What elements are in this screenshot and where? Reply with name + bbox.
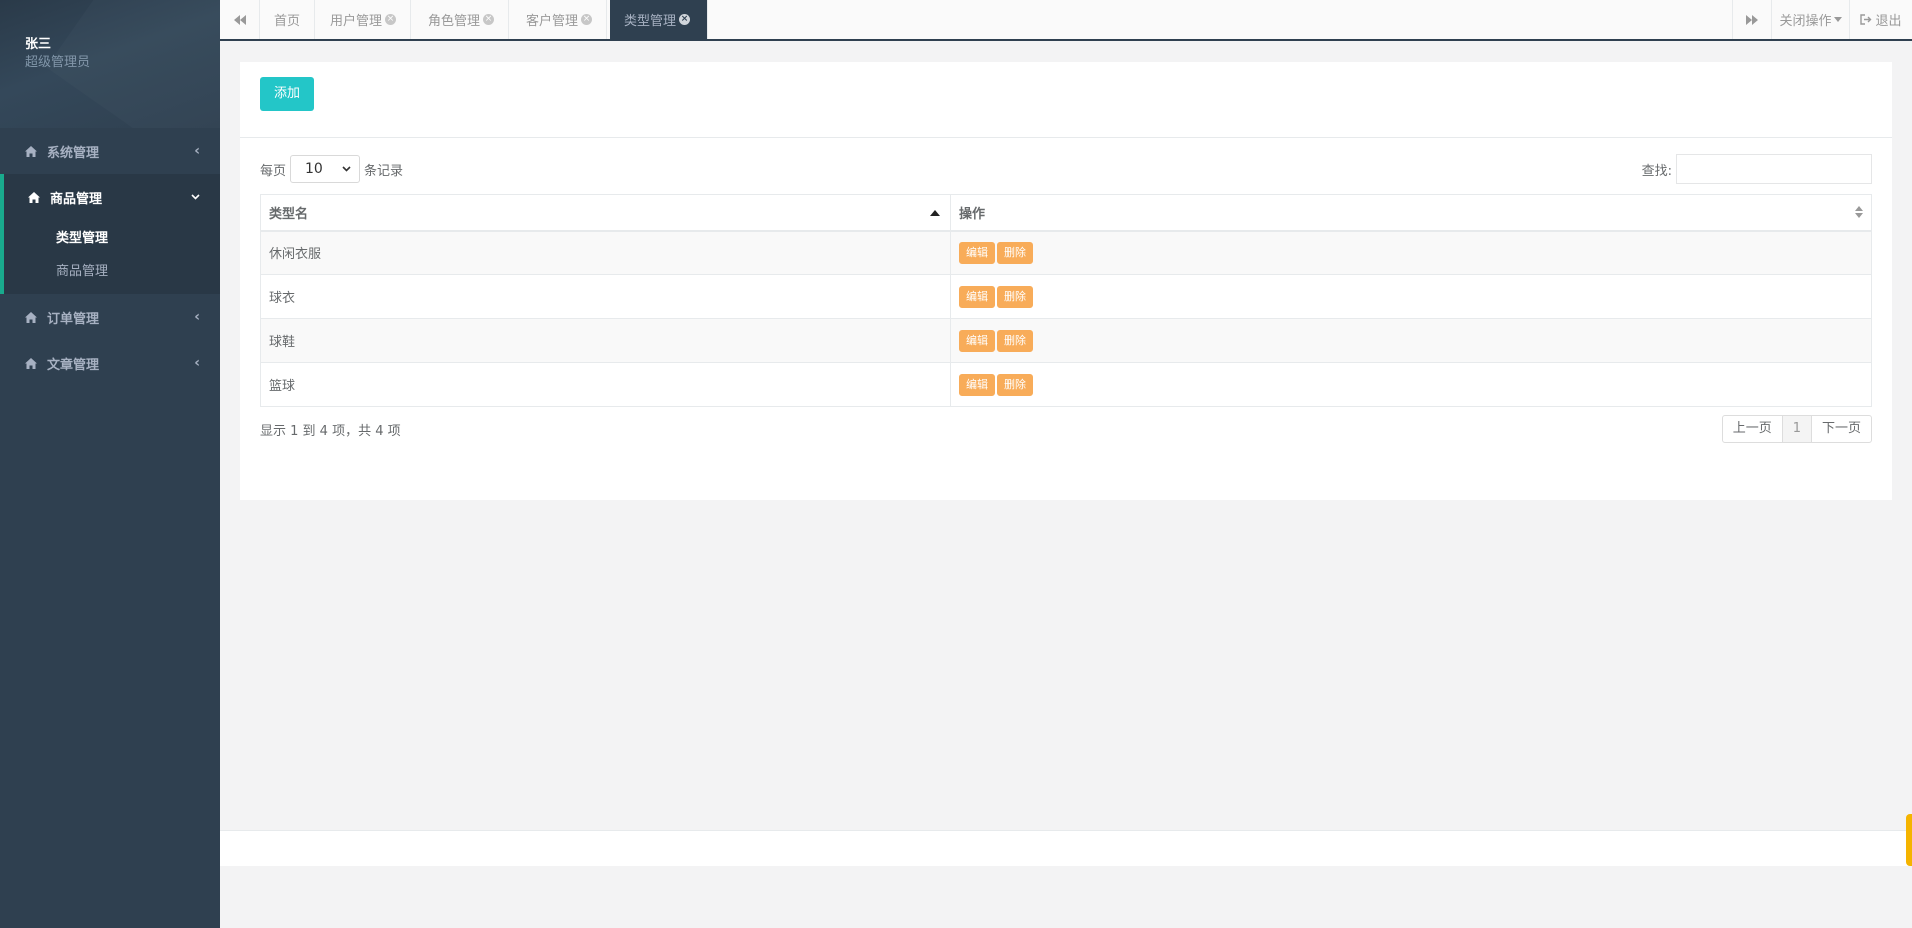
type-table: 类型名 操作 休闲衣服 编辑 删除 球衣 编辑 删除 球鞋 编辑 删除 篮球 编… bbox=[260, 194, 1872, 407]
chevron-down-icon bbox=[342, 166, 351, 172]
edit-button[interactable]: 编辑 bbox=[959, 373, 995, 396]
delete-button[interactable]: 删除 bbox=[997, 241, 1033, 264]
content-panel: 添加 每页 10 条记录 查找: 类型名 操作 休闲衣服 编辑 删除 球衣 编辑… bbox=[240, 62, 1892, 500]
sidebar-subitem-goods-manage[interactable]: 商品管理 bbox=[4, 253, 220, 286]
actions-cell: 编辑 删除 bbox=[950, 362, 1872, 407]
per-page-prefix: 每页 bbox=[260, 163, 287, 179]
table-row: 篮球 编辑 删除 bbox=[260, 362, 1872, 407]
tabs-scroll-right-button[interactable] bbox=[1732, 0, 1772, 39]
sidebar-group-goods: 商品管理 类型管理 商品管理 bbox=[0, 174, 220, 294]
tab-close-icon[interactable]: × bbox=[483, 14, 495, 25]
close-operations-dropdown[interactable]: 关闭操作 bbox=[1772, 0, 1850, 39]
actions-cell: 编辑 删除 bbox=[950, 274, 1872, 319]
tab-label: 客户管理 bbox=[526, 14, 579, 29]
sign-out-icon bbox=[1860, 14, 1872, 25]
actions-cell: 编辑 删除 bbox=[950, 230, 1872, 275]
delete-button[interactable]: 删除 bbox=[997, 285, 1033, 308]
pagination: 上一页 1 下一页 bbox=[1721, 415, 1872, 443]
table-header-row: 类型名 操作 bbox=[260, 194, 1872, 232]
sidebar-item-order[interactable]: 订单管理 ‹ bbox=[0, 294, 220, 340]
edit-button[interactable]: 编辑 bbox=[959, 285, 995, 308]
per-page-value: 10 bbox=[305, 161, 323, 177]
double-chevron-left-icon bbox=[233, 14, 246, 25]
logout-button[interactable]: 退出 bbox=[1850, 0, 1912, 39]
table-row: 球鞋 编辑 删除 bbox=[260, 318, 1872, 363]
chevron-left-icon: ‹ bbox=[194, 309, 200, 325]
caret-down-icon bbox=[1833, 17, 1842, 22]
user-role: 超级管理员 bbox=[25, 55, 91, 70]
tab-close-icon[interactable]: × bbox=[385, 14, 397, 25]
tab-home[interactable]: 首页 bbox=[260, 0, 316, 39]
type-name-cell: 休闲衣服 bbox=[260, 230, 951, 275]
tab-label: 角色管理 bbox=[428, 14, 481, 29]
close-operations-label: 关闭操作 bbox=[1779, 14, 1832, 29]
logout-label: 退出 bbox=[1875, 14, 1902, 29]
table-toolbar: 每页 10 条记录 查找: bbox=[260, 154, 1872, 184]
sidebar-group-spacer bbox=[4, 286, 220, 294]
delete-button[interactable]: 删除 bbox=[997, 329, 1033, 352]
actions-cell: 编辑 删除 bbox=[950, 318, 1872, 363]
sidebar-item-system[interactable]: 系统管理 ‹ bbox=[0, 128, 220, 174]
sidebar: 张三 超级管理员 系统管理 ‹ 商品管理 类型管理 商品管理 订单管理 ‹ 文章… bbox=[0, 0, 220, 928]
column-header-actions[interactable]: 操作 bbox=[950, 194, 1872, 232]
column-header-type-name[interactable]: 类型名 bbox=[260, 194, 951, 232]
table-footer: 显示 1 到 4 项，共 4 项 上一页 1 下一页 bbox=[260, 414, 1872, 444]
tab-bar: 首页 用户管理 × 角色管理 × 客户管理 × 类型管理 × 关闭操作 退出 bbox=[220, 0, 1912, 41]
column-header-label: 操作 bbox=[959, 206, 986, 222]
tab-type-manage[interactable]: 类型管理 × bbox=[610, 0, 708, 39]
home-icon bbox=[25, 311, 37, 323]
per-page-select[interactable]: 10 bbox=[290, 155, 361, 183]
tab-role-manage[interactable]: 角色管理 × bbox=[414, 0, 510, 39]
tabs-scroll-left-button[interactable] bbox=[220, 0, 260, 39]
add-button[interactable]: 添加 bbox=[260, 77, 314, 111]
table-row: 球衣 编辑 删除 bbox=[260, 274, 1872, 319]
type-name-cell: 球衣 bbox=[260, 274, 951, 319]
home-icon bbox=[25, 145, 37, 157]
chevron-left-icon: ‹ bbox=[194, 355, 200, 371]
tab-label: 首页 bbox=[274, 14, 301, 29]
chevron-down-icon bbox=[191, 194, 200, 200]
sidebar-item-label: 文章管理 bbox=[47, 357, 100, 373]
edit-button[interactable]: 编辑 bbox=[959, 329, 995, 352]
tab-customer-manage[interactable]: 客户管理 × bbox=[512, 0, 608, 39]
search-input[interactable] bbox=[1676, 154, 1872, 184]
tab-close-icon[interactable]: × bbox=[581, 14, 593, 25]
delete-button[interactable]: 删除 bbox=[997, 373, 1033, 396]
home-icon bbox=[28, 191, 40, 203]
sort-ascending-icon bbox=[930, 210, 940, 216]
sidebar-item-article[interactable]: 文章管理 ‹ bbox=[0, 340, 220, 386]
panel-header: 添加 bbox=[240, 62, 1892, 138]
user-profile: 张三 超级管理员 bbox=[0, 0, 220, 128]
tab-label: 用户管理 bbox=[330, 14, 383, 29]
tab-close-icon[interactable]: × bbox=[679, 14, 691, 25]
sidebar-item-label: 订单管理 bbox=[47, 311, 100, 327]
edit-button[interactable]: 编辑 bbox=[959, 241, 995, 264]
sidebar-item-label: 商品管理 bbox=[50, 191, 103, 207]
next-page-button[interactable]: 下一页 bbox=[1810, 415, 1872, 443]
search-label: 查找: bbox=[1641, 163, 1672, 179]
tab-user-manage[interactable]: 用户管理 × bbox=[316, 0, 412, 39]
type-name-cell: 球鞋 bbox=[260, 318, 951, 363]
prev-page-button[interactable]: 上一页 bbox=[1721, 415, 1783, 443]
sidebar-item-goods[interactable]: 商品管理 bbox=[4, 174, 220, 220]
side-panel-handle[interactable] bbox=[1906, 814, 1912, 866]
page-number-button[interactable]: 1 bbox=[1781, 415, 1812, 443]
type-name-cell: 篮球 bbox=[260, 362, 951, 407]
home-icon bbox=[25, 357, 37, 369]
per-page-suffix: 条记录 bbox=[364, 163, 404, 179]
search-group: 查找: bbox=[1642, 154, 1872, 184]
sidebar-subitem-type-manage[interactable]: 类型管理 bbox=[4, 220, 220, 253]
sort-icon bbox=[1855, 206, 1863, 220]
table-row: 休闲衣服 编辑 删除 bbox=[260, 230, 1872, 275]
sidebar-item-label: 系统管理 bbox=[47, 145, 100, 161]
column-header-label: 类型名 bbox=[269, 206, 309, 222]
chevron-left-icon: ‹ bbox=[194, 143, 200, 159]
double-chevron-right-icon bbox=[1746, 14, 1758, 25]
tab-label: 类型管理 bbox=[624, 14, 677, 29]
user-name[interactable]: 张三 bbox=[25, 36, 195, 54]
footer-bar bbox=[220, 830, 1912, 866]
table-info: 显示 1 到 4 项，共 4 项 bbox=[260, 423, 401, 439]
